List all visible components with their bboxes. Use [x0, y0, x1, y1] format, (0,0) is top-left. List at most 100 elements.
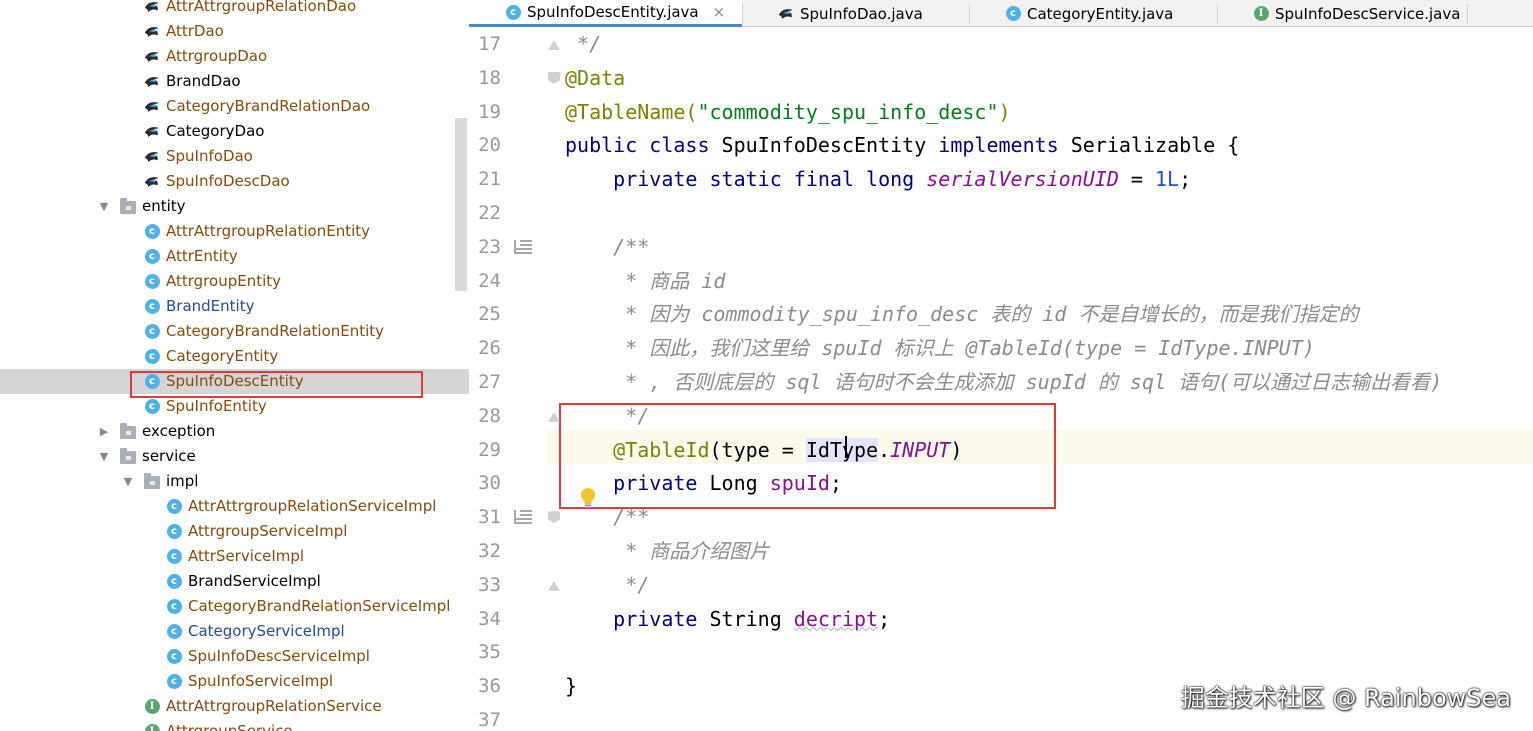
class-icon: c — [144, 349, 160, 365]
tree-item-label: CategoryBrandRelationServiceImpl — [188, 597, 451, 615]
tree-item[interactable]: c SpuInfoServiceImpl — [0, 669, 469, 694]
code-token: public class — [565, 133, 722, 158]
tree-scrollbar-thumb[interactable] — [455, 118, 467, 291]
tree-item[interactable]: SpuInfoDescDao — [0, 169, 469, 194]
tree-item-label: impl — [166, 472, 199, 490]
rendered-doc-icon[interactable] — [514, 510, 532, 525]
code-line[interactable]: * 因此，我们这里给 spuId 标识上 @TableId(type = IdT… — [565, 331, 1315, 365]
tree-item[interactable]: ▼ entity — [0, 194, 469, 219]
line-number: 28 — [478, 404, 501, 427]
tree-item[interactable]: BrandDao — [0, 69, 469, 94]
code-token: decript — [793, 606, 879, 631]
tree-item[interactable]: c AttrgroupEntity — [0, 269, 469, 294]
tree-item[interactable]: c CategoryServiceImpl — [0, 619, 469, 644]
code-line[interactable]: * 商品介绍图片 — [565, 534, 769, 568]
tree-item[interactable]: CategoryDao — [0, 119, 469, 144]
class-icon: c — [144, 299, 160, 315]
close-icon[interactable]: × — [713, 3, 726, 21]
code-line[interactable]: */ — [565, 27, 601, 61]
fold-marker-icon[interactable] — [548, 71, 560, 84]
class-icon: c — [166, 624, 182, 640]
code-token: 1L — [1155, 167, 1180, 192]
code-editor[interactable]: 17 18 19 20 21 22 23 24 25 26 27 28 29 30 31 32 33 34 35 36… — [469, 27, 1533, 731]
tree-item[interactable]: CategoryBrandRelationDao — [0, 94, 469, 119]
tree-item[interactable]: I AttrgroupService — [0, 719, 469, 731]
tree-item[interactable]: AttrDao — [0, 19, 469, 44]
editor-tab[interactable]: c CategoryEntity.java — [969, 0, 1217, 27]
bird-icon — [144, 174, 160, 190]
code-line[interactable]: * , 否则底层的 sql 语句时不会生成添加 supId 的 sql 语句(可… — [565, 365, 1442, 399]
tree-item-label: AttrDao — [166, 22, 224, 40]
fold-marker-icon[interactable] — [548, 40, 560, 50]
bird-icon — [144, 24, 160, 40]
rendered-doc-icon[interactable] — [514, 239, 532, 254]
tree-item-label: CategoryDao — [166, 122, 265, 140]
tree-item[interactable]: c AttrAttrgroupRelationEntity — [0, 219, 469, 244]
code-line[interactable]: @Data — [565, 61, 625, 95]
chevron-down-icon[interactable]: ▼ — [97, 450, 111, 464]
code-line[interactable]: @TableName("commodity_spu_info_desc") — [565, 95, 1011, 129]
tree-item[interactable]: AttrAttrgroupRelationDao — [0, 0, 469, 19]
folder-icon — [120, 423, 136, 440]
code-line[interactable]: public class SpuInfoDescEntity implement… — [565, 128, 1239, 162]
tree-item[interactable]: AttrgroupDao — [0, 44, 469, 69]
fold-marker-icon[interactable] — [548, 511, 560, 524]
class-icon: c — [166, 524, 182, 540]
code-token: private static final long — [565, 167, 927, 192]
editor-tab[interactable]: SpuInfoDao.java — [742, 0, 969, 27]
line-number: 18 — [478, 66, 501, 89]
class-icon: c — [166, 574, 182, 590]
tree-item[interactable]: SpuInfoDao — [0, 144, 469, 169]
tree-item[interactable]: c AttrServiceImpl — [0, 544, 469, 569]
chevron-right-icon[interactable]: ▶ — [97, 425, 111, 439]
line-number: 21 — [478, 168, 501, 191]
code-line[interactable]: private static final long serialVersionU… — [565, 162, 1191, 196]
tree-item[interactable]: c BrandServiceImpl — [0, 569, 469, 594]
code-line[interactable]: /** — [565, 230, 649, 264]
code-line[interactable]: } — [565, 669, 577, 703]
fold-marker-icon[interactable] — [548, 581, 560, 591]
tree-item[interactable]: c BrandEntity — [0, 294, 469, 319]
editor-tab-label: SpuInfoDao.java — [800, 4, 923, 23]
lightbulb-icon[interactable] — [579, 487, 597, 509]
tree-item[interactable]: c AttrgroupServiceImpl — [0, 519, 469, 544]
code-line[interactable]: private String decript; — [565, 602, 890, 636]
tree-item[interactable]: c SpuInfoDescServiceImpl — [0, 644, 469, 669]
code-token: ; — [1179, 167, 1192, 192]
class-icon: c — [144, 399, 160, 415]
line-number: 25 — [478, 303, 501, 326]
tree-item-label: SpuInfoDescServiceImpl — [188, 647, 370, 665]
line-gutter: 17 18 19 20 21 22 23 24 25 26 27 28 29 30 31 32 33 34 35 36… — [469, 27, 547, 731]
line-number: 36 — [478, 675, 501, 698]
tree-item[interactable]: I AttrAttrgroupRelationService — [0, 694, 469, 719]
editor-tab-label: SpuInfoDescService.java — [1275, 4, 1461, 23]
tree-item[interactable]: ▶ exception — [0, 419, 469, 444]
chevron-down-icon[interactable]: ▼ — [97, 200, 111, 214]
tree-item[interactable]: ▼ impl — [0, 469, 469, 494]
tree-item[interactable]: c CategoryBrandRelationEntity — [0, 319, 469, 344]
tree-item-label: CategoryBrandRelationDao — [166, 97, 371, 115]
tree-item[interactable]: c AttrAttrgroupRelationServiceImpl — [0, 494, 469, 519]
code-line[interactable]: */ — [565, 568, 649, 602]
code-line[interactable]: * 因为 commodity_spu_info_desc 表的 id 不是自增长… — [565, 297, 1358, 331]
tree-item[interactable]: ▼ service — [0, 444, 469, 469]
editor-tab[interactable]: c SpuInfoDescEntity.java × — [469, 0, 742, 27]
tree-item-label: SpuInfoServiceImpl — [188, 672, 334, 690]
editor-tab-label: CategoryEntity.java — [1027, 4, 1174, 23]
chevron-down-icon[interactable]: ▼ — [121, 475, 135, 489]
tree-item[interactable]: c CategoryEntity — [0, 344, 469, 369]
code-token: * 商品 id — [565, 268, 726, 293]
code-token: "commodity_spu_info_desc" — [697, 99, 999, 124]
editor-tab-bar: c SpuInfoDescEntity.java × SpuInfoDao.java c… — [469, 0, 1533, 27]
project-tree[interactable]: AttrAttrgroupRelationDao AttrDao Attrgroup… — [0, 0, 469, 731]
tree-item[interactable]: c AttrEntity — [0, 244, 469, 269]
tree-item-label: CategoryServiceImpl — [188, 622, 345, 640]
interface-icon: I — [1253, 6, 1269, 22]
tree-item-label: AttrgroupServiceImpl — [188, 522, 348, 540]
code-line[interactable]: * 商品 id — [565, 264, 725, 298]
tree-item[interactable]: c CategoryBrandRelationServiceImpl — [0, 594, 469, 619]
editor-tab[interactable]: I SpuInfoDescService.java — [1217, 0, 1467, 27]
tree-item-label: AttrAttrgroupRelationServiceImpl — [188, 497, 437, 515]
folder-icon — [120, 198, 136, 215]
tree-item-label: CategoryBrandRelationEntity — [166, 322, 385, 340]
